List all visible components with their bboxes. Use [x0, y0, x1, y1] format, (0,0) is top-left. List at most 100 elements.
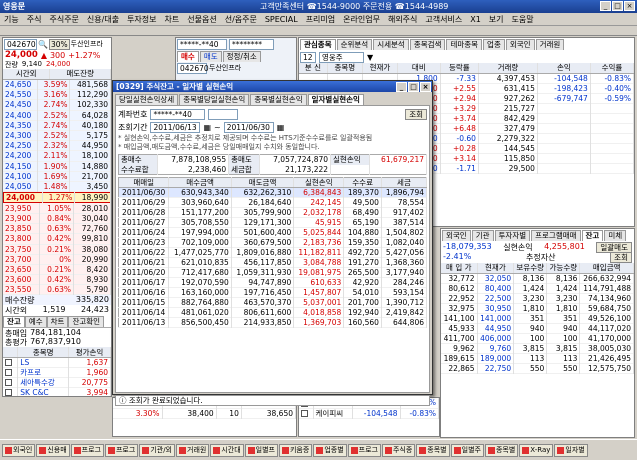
order-account-input[interactable]: *****-**40	[177, 39, 227, 50]
taskbar-button[interactable]: 외국인	[2, 443, 36, 457]
balance-panel-tab[interactable]: 잔고	[581, 230, 604, 241]
balance-row[interactable]: 32,975 30,950 1,810 1,810 59,684,750	[441, 303, 634, 313]
menu-item[interactable]: 주식주문	[45, 14, 82, 25]
watchlist-tab[interactable]: 테마종목	[446, 39, 483, 50]
bid-row[interactable]: 23,700 0% 20,990	[3, 254, 111, 265]
holding-row[interactable]: 세아특수강 20,775	[3, 377, 111, 388]
chevron-down-icon[interactable]: ▼	[367, 53, 373, 62]
daily-pl-row[interactable]: 2011/06/14 481,061,020 806,611,600 4,018,85…	[118, 307, 428, 318]
tab-modify[interactable]: 정정/취소	[222, 51, 261, 62]
holding-row[interactable]: 카프로 1,960	[3, 367, 111, 378]
watchlist-tab[interactable]: 종목검색	[409, 39, 446, 50]
menu-item[interactable]: 도움말	[508, 14, 538, 25]
modal-maximize-icon[interactable]: □	[408, 82, 419, 92]
menu-item[interactable]: 주식	[23, 14, 46, 25]
balance-row[interactable]: 32,772 32,050 8,136 8,136 266,632,994	[441, 273, 634, 283]
modal-tab[interactable]: 종목별당일실현손익	[179, 94, 250, 105]
bid-row[interactable]: 23,650 0.21% 8,420	[3, 264, 111, 275]
minimize-icon[interactable]: _	[600, 1, 611, 11]
modal-tab[interactable]: 종목별실현손익	[250, 94, 307, 105]
balance-query-button[interactable]: 조회	[610, 252, 632, 263]
modal-tab[interactable]: 당일실현손익상세	[115, 94, 179, 105]
daily-pl-row[interactable]: 2011/06/22 1,477,025,770 1,809,016,880 11,1…	[118, 247, 428, 258]
menu-item[interactable]: 선물옵션	[183, 14, 220, 25]
bid-row[interactable]: 23,550 0.63% 5,790	[3, 284, 111, 295]
taskbar-button[interactable]: 프로그	[347, 443, 381, 457]
group-select[interactable]: 영웅주	[319, 51, 364, 63]
row-checkbox[interactable]	[3, 367, 19, 378]
ask-row[interactable]: 24,300 2.52% 5,175	[3, 130, 111, 141]
menu-item[interactable]: X1	[466, 15, 485, 24]
daily-pl-row[interactable]: 2011/06/15 882,764,880 463,570,370 5,037,00…	[118, 297, 428, 308]
ask-row[interactable]: 24,650 3.59% 481,568	[3, 79, 111, 90]
menu-item[interactable]: 보기	[485, 14, 508, 25]
row-checkbox[interactable]	[299, 408, 314, 418]
menu-item[interactable]: 투자정보	[123, 14, 160, 25]
daily-pl-row[interactable]: 2011/06/16 163,160,000 197,716,450 1,457,80…	[118, 287, 428, 298]
calendar-icon[interactable]: ▦	[203, 123, 211, 132]
taskbar-button[interactable]: X-Ray	[519, 443, 554, 457]
taskbar-button[interactable]: 기관/외	[139, 443, 175, 457]
balance-panel-tab[interactable]: 기관	[471, 230, 494, 241]
taskbar-button[interactable]: 거래원	[176, 443, 210, 457]
daily-pl-row[interactable]: 2011/06/17 192,070,590 94,747,890 610,633 42…	[118, 277, 428, 288]
balance-row[interactable]: 189,615 189,000 113 113 21,426,495	[441, 353, 634, 363]
tab-buy[interactable]: 매수	[177, 51, 199, 62]
ask-row[interactable]: 24,200 2.11% 18,100	[3, 150, 111, 161]
date-to-input[interactable]: 2011/06/30	[223, 122, 274, 133]
daily-pl-row[interactable]: 2011/06/13 856,500,450 214,933,850 1,369,70…	[118, 317, 428, 328]
bid-row[interactable]: 23,850 0.63% 72,760	[3, 223, 111, 234]
calendar-icon[interactable]: ▦	[277, 123, 285, 132]
row-checkbox[interactable]	[3, 387, 19, 396]
balance-panel-tab[interactable]: 투자자별	[494, 230, 531, 241]
menu-item[interactable]: 차트	[161, 14, 184, 25]
row-checkbox[interactable]	[3, 357, 19, 368]
balance-panel-tab[interactable]: 프로그램매매	[531, 230, 581, 241]
watchlist-tab[interactable]: 외국인	[505, 39, 535, 50]
order-code-input[interactable]: 042670	[177, 63, 209, 74]
balance-row[interactable]: 45,933 44,950 940 940 44,117,020	[441, 323, 634, 333]
taskbar-button[interactable]: 키움증	[278, 443, 313, 457]
watchlist-tab[interactable]: 순위분석	[336, 39, 373, 50]
ask-row[interactable]: 24,550 3.16% 112,290	[3, 89, 111, 100]
taskbar-button[interactable]: 시간대	[210, 443, 244, 457]
balance-panel-tab[interactable]: 미체	[604, 230, 627, 241]
modal-minimize-icon[interactable]: _	[396, 82, 407, 92]
menu-item[interactable]: 신용/대출	[83, 14, 123, 25]
bid-row[interactable]: 23,800 0.42% 99,810	[3, 233, 111, 244]
modal-account-input[interactable]: *****-**40	[150, 109, 206, 120]
balance-row[interactable]: 411,700 406,000 100 100 41,170,000	[441, 333, 634, 343]
ask-row[interactable]: 24,100 1.69% 21,700	[3, 171, 111, 182]
ask-row[interactable]: 24,050 1.48% 3,450	[3, 181, 111, 192]
taskbar-button[interactable]: 종목별	[484, 443, 519, 457]
menu-item[interactable]: 선/옵주문	[221, 14, 261, 25]
watchlist-tab[interactable]: 업종	[483, 39, 505, 50]
taskbar-button[interactable]: 프로그	[104, 443, 139, 457]
menu-item[interactable]: 프리미엄	[302, 14, 339, 25]
holding-row[interactable]: LS 1,637	[3, 357, 111, 368]
order-password-input[interactable]: ********	[229, 39, 274, 50]
taskbar-button[interactable]: 업종별	[313, 443, 347, 457]
taskbar-button[interactable]: 신용매	[36, 443, 70, 457]
taskbar-button[interactable]: 일별프	[244, 443, 278, 457]
balance-panel-tab[interactable]: 외국인	[442, 230, 471, 241]
row-checkbox[interactable]	[3, 377, 19, 388]
daily-pl-row[interactable]: 2011/06/24 197,994,000 501,600,400 5,025,84…	[118, 227, 428, 238]
taskbar-button[interactable]: 일자별	[554, 443, 588, 457]
balance-tab[interactable]: 예수	[24, 316, 47, 328]
ask-row[interactable]: 24,250 2.32% 44,950	[3, 140, 111, 151]
daily-pl-row[interactable]: 2011/06/29 303,960,640 26,184,640 242,145 49…	[118, 197, 428, 208]
modal-tab[interactable]: 일자별실현손익	[307, 94, 364, 105]
date-from-input[interactable]: 2011/06/13	[150, 122, 201, 133]
balance-row[interactable]: 22,865 22,750 550 550 12,575,750	[441, 363, 634, 373]
ask-row[interactable]: 24,150 1.90% 14,880	[3, 161, 111, 172]
bid-row[interactable]: 23,950 1.05% 28,010	[3, 203, 111, 214]
menu-item[interactable]: SPECIAL	[261, 15, 302, 24]
modal-query-button[interactable]: 조회	[405, 109, 427, 120]
menu-item[interactable]: 기능	[0, 14, 23, 25]
daily-pl-row[interactable]: 2011/06/27 305,708,550 129,171,300 45,915 65…	[118, 217, 428, 228]
taskbar-button[interactable]: 종목별	[416, 443, 450, 457]
bottom-ticker-row[interactable]: 3.30% 38,400 10 38,650	[113, 408, 296, 418]
taskbar-button[interactable]: 일별주	[450, 443, 484, 457]
daily-pl-row[interactable]: 2011/06/23 702,109,000 360,679,500 2,183,73…	[118, 237, 428, 248]
